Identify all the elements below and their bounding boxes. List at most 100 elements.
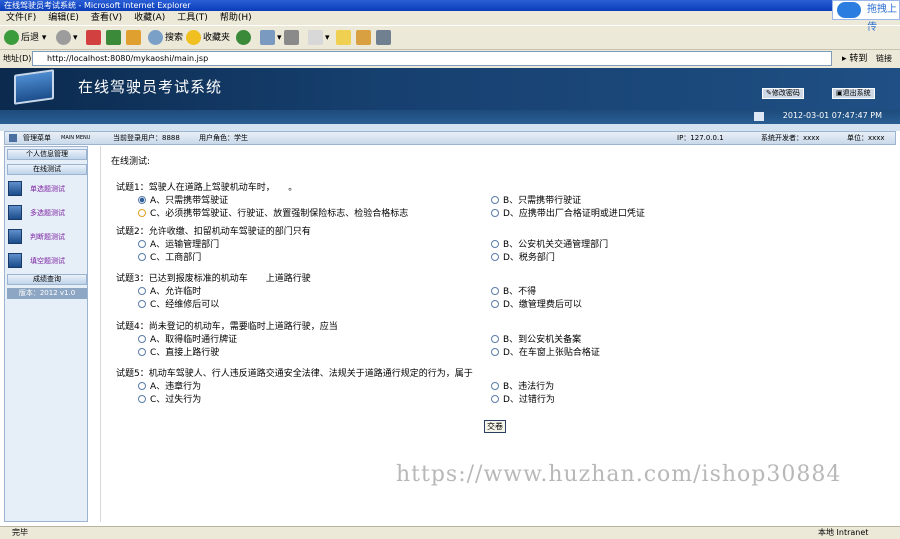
- radio-button[interactable]: [491, 209, 499, 217]
- radio-button[interactable]: [138, 382, 146, 390]
- option-label: A、只需携带驾驶证: [150, 196, 229, 206]
- menu-tools[interactable]: 工具(T): [177, 11, 208, 25]
- option-label: A、运输管理部门: [150, 240, 220, 250]
- date-bar: 2012-03-01 07:47:47 PM: [0, 110, 900, 124]
- true-false-label: 判断题测试: [30, 233, 65, 241]
- answer-option[interactable]: A、取得临时通行牌证: [138, 332, 237, 345]
- printer-icon: [284, 30, 299, 45]
- fill-blank-icon: [8, 253, 22, 268]
- mail-button[interactable]: ▾: [260, 30, 282, 47]
- radio-button[interactable]: [138, 300, 146, 308]
- answer-option[interactable]: A、允许临时: [138, 284, 201, 297]
- radio-button[interactable]: [491, 253, 499, 261]
- stop-icon: [86, 30, 101, 45]
- print-button[interactable]: [284, 30, 301, 47]
- answer-option[interactable]: D、应携带出厂合格证明或进口凭证: [491, 206, 645, 219]
- logout-button[interactable]: ▣退出系统: [832, 88, 875, 99]
- radio-button[interactable]: [138, 348, 146, 356]
- radio-button[interactable]: [138, 240, 146, 248]
- question-text: 试题1：驾驶人在道路上驾驶机动车时， 。: [116, 183, 298, 193]
- answer-option[interactable]: B、不得: [491, 284, 536, 297]
- home-button[interactable]: [126, 30, 143, 47]
- option-label: A、违章行为: [150, 382, 202, 392]
- favorites-button[interactable]: 收藏夹: [186, 30, 230, 47]
- submit-button[interactable]: 交卷: [484, 420, 506, 433]
- radio-button[interactable]: [138, 209, 146, 217]
- sidebar-item-true-false[interactable]: 判断题测试: [8, 229, 86, 245]
- stop-button[interactable]: [86, 30, 103, 47]
- sidebar-item-multi-choice[interactable]: 多选题测试: [8, 205, 86, 221]
- menu-view[interactable]: 查看(V): [91, 11, 122, 25]
- question-text: 试题3：已达到报废标准的机动车 上道路行驶: [116, 274, 311, 284]
- answer-option[interactable]: A、运输管理部门: [138, 237, 219, 250]
- menu-file[interactable]: 文件(F): [6, 11, 36, 25]
- fill-blank-label: 填空题测试: [30, 257, 65, 265]
- answer-option[interactable]: C、必须携带驾驶证、行驶证、放置强制保险标志、检验合格标志: [138, 206, 408, 219]
- radio-button[interactable]: [491, 240, 499, 248]
- info-bar: 管理菜单 MAIN MENU 当前登录用户：8888 用户角色：学生 IP：12…: [4, 131, 896, 145]
- radio-button[interactable]: [491, 287, 499, 295]
- answer-option[interactable]: C、工商部门: [138, 250, 201, 263]
- answer-option[interactable]: C、直接上路行驶: [138, 345, 219, 358]
- go-button[interactable]: ▸ 转到: [842, 51, 867, 68]
- answer-option[interactable]: B、违法行为: [491, 379, 554, 392]
- radio-button[interactable]: [138, 287, 146, 295]
- sidebar-item-fill-blank[interactable]: 填空题测试: [8, 253, 86, 269]
- discuss-button[interactable]: [336, 30, 353, 47]
- sidebar-item-single-choice[interactable]: 单选题测试: [8, 181, 86, 197]
- answer-option[interactable]: A、只需携带驾驶证: [138, 193, 228, 206]
- links-label[interactable]: 链接: [876, 50, 892, 67]
- radio-button[interactable]: [491, 382, 499, 390]
- answer-option[interactable]: D、缴管理费后可以: [491, 297, 582, 310]
- sidebar-item-personal-info[interactable]: 个人信息管理: [7, 149, 87, 160]
- option-label: B、公安机关交通管理部门: [503, 240, 609, 250]
- address-label: 地址(D): [3, 54, 32, 63]
- radio-button[interactable]: [138, 253, 146, 261]
- radio-button[interactable]: [138, 395, 146, 403]
- book-icon: [356, 30, 371, 45]
- radio-button[interactable]: [491, 348, 499, 356]
- forward-button[interactable]: ▾: [56, 30, 78, 47]
- folder-icon: [336, 30, 351, 45]
- sidebar-section-online-test[interactable]: 在线测试: [7, 164, 87, 175]
- status-bar: 完毕 本地 Intranet: [0, 526, 900, 539]
- sidebar-item-score-query[interactable]: 成绩查询: [7, 274, 87, 285]
- answer-option[interactable]: B、只需携带行驶证: [491, 193, 581, 206]
- option-label: A、取得临时通行牌证: [150, 335, 238, 345]
- history-button[interactable]: [236, 30, 253, 47]
- menu-favorites[interactable]: 收藏(A): [134, 11, 165, 25]
- radio-button[interactable]: [138, 196, 146, 204]
- messenger-button[interactable]: [376, 30, 393, 47]
- edit-button[interactable]: ▾: [308, 30, 330, 47]
- radio-button[interactable]: [491, 395, 499, 403]
- radio-button[interactable]: [138, 335, 146, 343]
- address-input[interactable]: http://localhost:8080/mykaoshi/main.jsp: [32, 51, 832, 66]
- window-title: 在线驾驶员考试系统 - Microsoft Internet Explorer: [4, 1, 191, 10]
- option-label: D、在车窗上张贴合格证: [503, 348, 600, 358]
- radio-button[interactable]: [491, 300, 499, 308]
- answer-option[interactable]: A、违章行为: [138, 379, 201, 392]
- browser-toolbar: 后退 ▾ ▾ 搜索 收藏夹 ▾ ▾: [0, 25, 900, 50]
- answer-option[interactable]: D、过错行为: [491, 392, 555, 405]
- option-label: B、不得: [503, 287, 537, 297]
- answer-option[interactable]: D、税务部门: [491, 250, 555, 263]
- change-password-button[interactable]: ✎修改密码: [762, 88, 804, 99]
- go-label: 转到: [849, 54, 868, 64]
- search-button[interactable]: 搜索: [148, 30, 183, 47]
- answer-option[interactable]: D、在车窗上张贴合格证: [491, 345, 600, 358]
- answer-option[interactable]: C、过失行为: [138, 392, 201, 405]
- option-label: B、只需携带行驶证: [503, 196, 582, 206]
- radio-button[interactable]: [491, 335, 499, 343]
- menu-help[interactable]: 帮助(H): [220, 11, 252, 25]
- back-label: 后退: [21, 33, 40, 43]
- answer-option[interactable]: C、经维修后可以: [138, 297, 219, 310]
- menu-edit[interactable]: 编辑(E): [48, 11, 79, 25]
- refresh-button[interactable]: [106, 30, 123, 47]
- radio-button[interactable]: [491, 196, 499, 204]
- address-bar: 地址(D) http://localhost:8080/mykaoshi/mai…: [0, 50, 900, 67]
- back-button[interactable]: 后退 ▾: [4, 30, 46, 47]
- answer-option[interactable]: B、到公安机关备案: [491, 332, 581, 345]
- multi-choice-icon: [8, 205, 22, 220]
- answer-option[interactable]: B、公安机关交通管理部门: [491, 237, 608, 250]
- research-button[interactable]: [356, 30, 373, 47]
